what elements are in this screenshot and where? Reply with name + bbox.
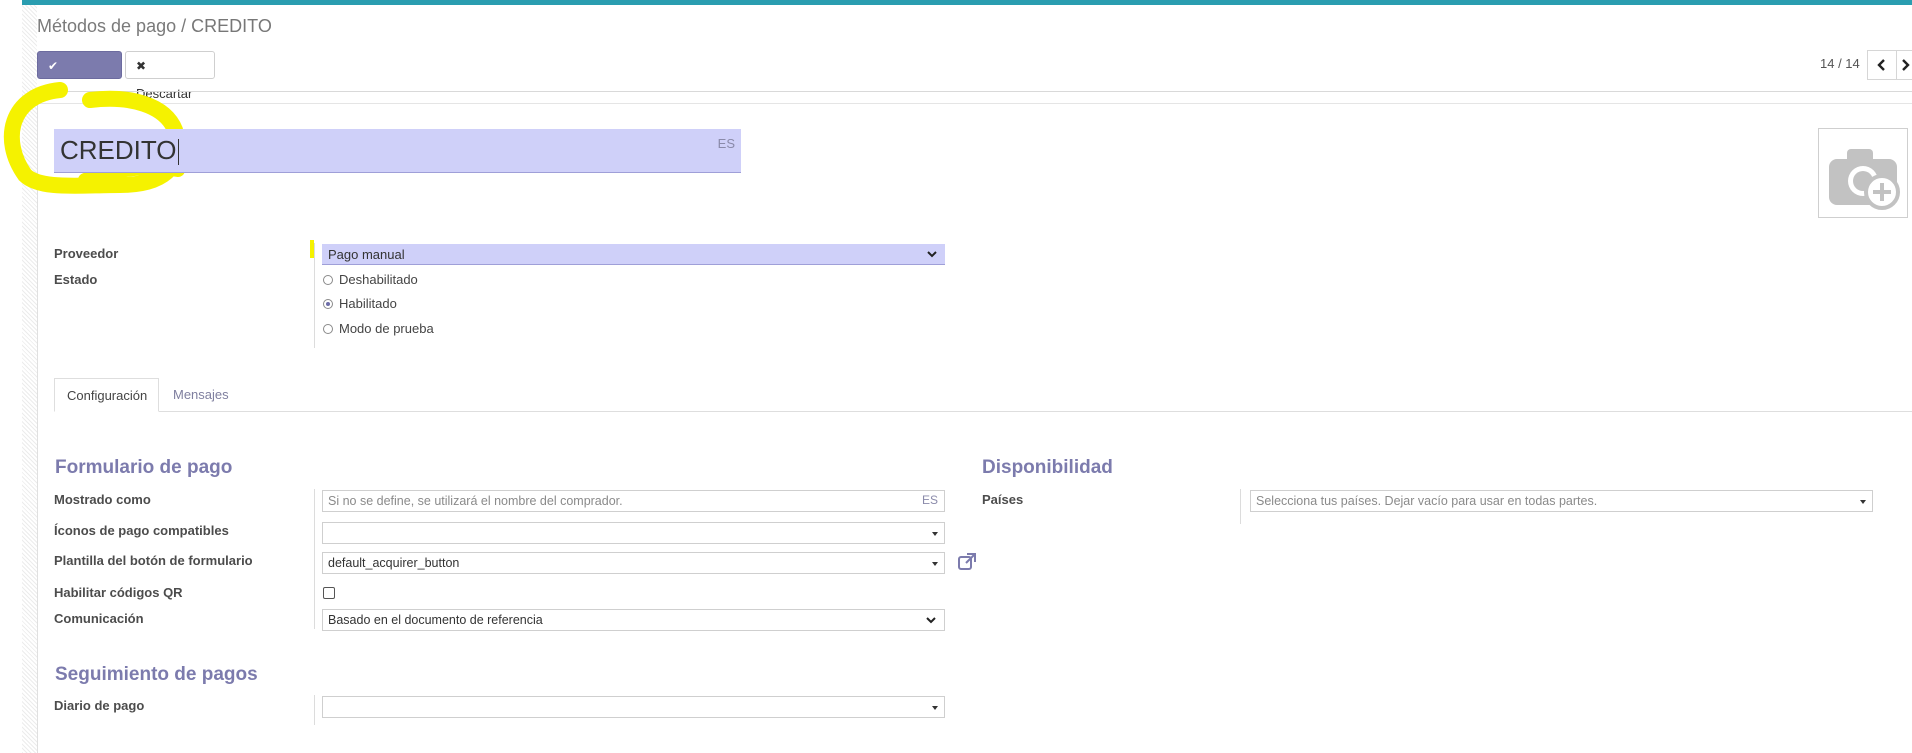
display-as-placeholder: Si no se define, se utilizará el nombre … (328, 494, 623, 508)
state-option-enabled[interactable]: Habilitado (323, 296, 397, 311)
save-button[interactable]: ✔ Guardar (37, 51, 122, 101)
breadcrumb-parent[interactable]: Métodos de pago (37, 16, 176, 36)
field-separator (1240, 489, 1241, 524)
pager-next-button[interactable] (1896, 50, 1912, 80)
external-link-icon[interactable] (956, 551, 978, 573)
discard-button[interactable]: ✖ Descartar (125, 51, 215, 101)
field-separator (314, 695, 315, 725)
provider-label: Proveedor (54, 246, 119, 261)
state-option-test[interactable]: Modo de prueba (323, 321, 434, 336)
tab-messages[interactable]: Mensajes (161, 378, 241, 412)
payment-journal-label: Diario de pago (54, 698, 145, 713)
pager-value: 14 / 14 (1820, 56, 1860, 71)
breadcrumb: Métodos de pago / CREDITO (37, 16, 272, 37)
section-title-payment-form: Formulario de pago (55, 457, 233, 478)
check-icon: ✔ (48, 59, 59, 73)
radio-button-checked[interactable] (323, 298, 333, 309)
control-panel-divider (37, 91, 1912, 92)
dropdown-caret-icon (1860, 500, 1866, 504)
provider-value: Pago manual (328, 247, 405, 262)
button-template-label: Plantilla del botón de formulario (54, 553, 253, 568)
dropdown-caret-icon (932, 706, 938, 710)
record-name-value: CREDITO (60, 135, 177, 165)
radio-button[interactable] (323, 323, 333, 334)
pager-previous-button[interactable] (1867, 50, 1897, 80)
breadcrumb-separator: / (181, 16, 187, 36)
record-name-input[interactable]: CREDITO ES (54, 129, 741, 173)
close-icon: ✖ (136, 59, 147, 73)
tabs-divider (54, 411, 1912, 412)
provider-select[interactable]: Pago manual (322, 244, 945, 265)
countries-label: Países (982, 492, 1024, 507)
radio-button[interactable] (323, 274, 333, 285)
chevron-left-icon (1877, 59, 1885, 71)
display-as-input[interactable]: Si no se define, se utilizará el nombre … (322, 490, 945, 512)
state-option-label: Deshabilitado (339, 272, 418, 287)
display-as-label: Mostrado como (54, 492, 151, 507)
state-option-disabled[interactable]: Deshabilitado (323, 272, 418, 287)
translate-lang-button[interactable]: ES (922, 493, 938, 507)
state-label: Estado (54, 272, 98, 287)
camera-add-icon (1829, 149, 1900, 210)
communication-value: Basado en el documento de referencia (328, 613, 543, 627)
qr-codes-label: Habilitar códigos QR (54, 585, 183, 600)
communication-select[interactable]: Basado en el documento de referencia (322, 609, 945, 631)
chevron-down-icon (926, 617, 936, 624)
image-upload[interactable] (1818, 128, 1908, 218)
payment-icons-select[interactable] (322, 522, 945, 544)
chevron-down-icon (927, 251, 937, 258)
button-template-value: default_acquirer_button (328, 556, 460, 570)
breadcrumb-current: CREDITO (191, 16, 272, 36)
qr-codes-checkbox[interactable] (323, 587, 335, 599)
countries-select[interactable]: Selecciona tus países. Dejar vacío para … (1250, 490, 1873, 512)
state-option-label: Modo de prueba (339, 321, 434, 336)
field-separator (314, 489, 315, 629)
button-template-select[interactable]: default_acquirer_button (322, 552, 945, 574)
dropdown-caret-icon (932, 532, 938, 536)
section-title-availability: Disponibilidad (982, 457, 1113, 478)
tab-configuration[interactable]: Configuración (54, 378, 159, 412)
field-separator (314, 243, 315, 348)
yellow-annotation-tick (310, 240, 314, 258)
top-bar (22, 0, 1912, 5)
sheet-top-border (37, 103, 1912, 104)
communication-label: Comunicación (54, 611, 144, 626)
payment-icons-label: Íconos de pago compatibles (54, 523, 229, 538)
payment-journal-select[interactable] (322, 696, 945, 718)
state-option-label: Habilitado (339, 296, 397, 311)
section-title-payment-followup: Seguimiento de pagos (55, 664, 258, 685)
countries-placeholder: Selecciona tus países. Dejar vacío para … (1256, 494, 1598, 508)
translate-lang-button[interactable]: ES (718, 131, 735, 157)
chevron-right-icon (1902, 59, 1910, 71)
text-cursor (177, 139, 179, 166)
dropdown-caret-icon (932, 562, 938, 566)
